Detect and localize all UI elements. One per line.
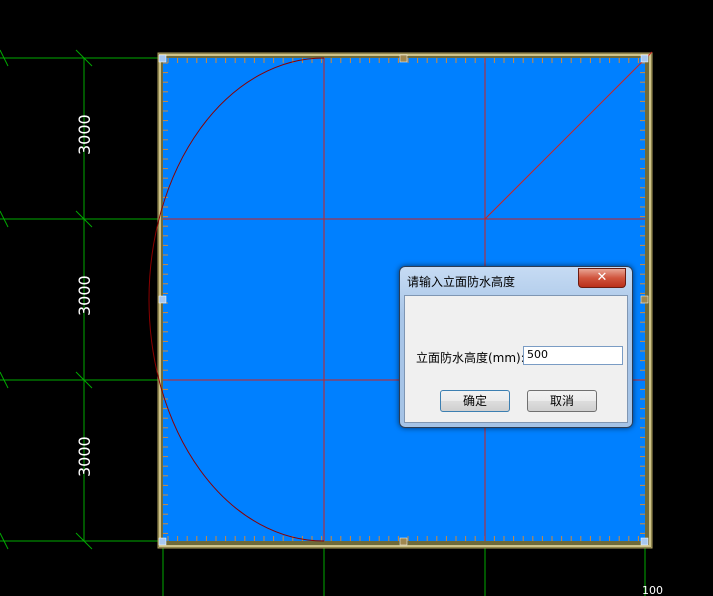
dimension-label-middle: 3000: [75, 275, 94, 316]
height-field-label: 立面防水高度(mm):: [416, 351, 525, 365]
dialog-body: 立面防水高度(mm): 500 确定 取消: [404, 295, 628, 423]
dimension-label-bottom: 3000: [75, 436, 94, 477]
dimension-label-top: 3000: [75, 114, 94, 155]
close-icon: ✕: [596, 270, 608, 285]
dialog-title: 请输入立面防水高度: [407, 275, 516, 289]
corner-label: 100: [642, 584, 663, 596]
cancel-button[interactable]: 取消: [527, 390, 597, 412]
height-input[interactable]: 500: [523, 346, 623, 365]
close-button[interactable]: ✕: [578, 268, 626, 288]
ok-button[interactable]: 确定: [440, 390, 510, 412]
waterproof-height-dialog: 请输入立面防水高度 ✕ 立面防水高度(mm): 500 确定 取消: [399, 266, 633, 428]
